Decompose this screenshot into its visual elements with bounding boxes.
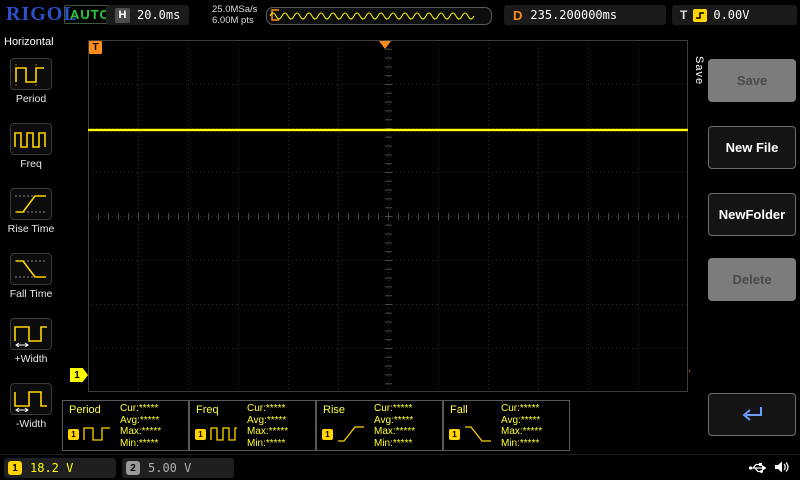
channel2-badge: 2 [126, 461, 140, 475]
channel2-status: 2 5.00 V [122, 458, 234, 478]
stat-title: Fall [450, 404, 468, 416]
channel1-badge: 1 [68, 429, 79, 440]
stat-title: Freq [196, 404, 219, 416]
channel1-badge: 1 [195, 429, 206, 440]
trigger-level-value: 0.00V [713, 8, 749, 22]
freq-icon [10, 123, 52, 155]
stat-title: Period [69, 404, 101, 416]
measure-stat-freq: Freq 1 Cur:***** Avg:***** Max:***** Min… [189, 400, 316, 451]
t-label: T [680, 8, 687, 22]
stat-values: Cur:***** Avg:***** Max:***** Min:***** [501, 403, 542, 449]
measure-item-label: -Width [16, 418, 46, 430]
measure-item-plus-width[interactable]: +Width [0, 318, 62, 380]
save-button-label: Save [737, 73, 767, 88]
new-file-button[interactable]: New File [708, 126, 796, 169]
period-icon [10, 58, 52, 90]
left-menu-title: Horizontal [4, 36, 54, 48]
channel1-badge: 1 [322, 429, 333, 440]
rise-wave-icon [336, 424, 366, 444]
oscilloscope-screen: RIGOL AUTO H 20.0ms 25.0MSa/s 6.00M pts … [0, 0, 800, 480]
trigger-readout: T 0.00V [672, 5, 797, 25]
channel2-scale: 5.00 V [148, 461, 191, 475]
stat-values: Cur:***** Avg:***** Max:***** Min:***** [374, 403, 415, 449]
acquisition-readout: 25.0MSa/s 6.00M pts [212, 4, 257, 26]
back-button[interactable] [708, 393, 796, 436]
period-wave-icon [82, 424, 112, 444]
new-file-button-label: New File [726, 140, 779, 155]
menu-tab-save: Save [693, 56, 705, 85]
trigger-corner-marker: T [89, 41, 102, 54]
sample-rate: 25.0MSa/s [212, 4, 257, 15]
delay-readout: D 235.200000ms [504, 5, 666, 25]
channel1-badge: 1 [449, 429, 460, 440]
stat-source-icon: 1 [322, 424, 366, 444]
measure-item-label: Period [16, 93, 46, 105]
graticule [88, 40, 688, 392]
top-status-bar: RIGOL AUTO H 20.0ms 25.0MSa/s 6.00M pts … [0, 0, 800, 30]
bottom-status-bar: 1 18.2 V 2 5.00 V [0, 454, 800, 480]
delete-button[interactable]: Delete [708, 258, 796, 301]
waveform-memory-preview [266, 7, 492, 25]
memory-depth: 6.00M pts [212, 15, 257, 26]
measure-item-rise-time[interactable]: Rise Time [0, 188, 62, 250]
return-arrow-icon [738, 403, 766, 426]
preview-wave-icon [267, 8, 489, 22]
stat-values: Cur:***** Avg:***** Max:***** Min:***** [120, 403, 161, 449]
new-folder-button-label: NewFolder [719, 207, 785, 222]
usb-icon [748, 461, 768, 479]
d-label: D [513, 8, 522, 23]
freq-wave-icon [209, 424, 239, 444]
new-folder-button[interactable]: NewFolder [708, 193, 796, 236]
measure-item-period[interactable]: Period [0, 58, 62, 120]
stat-values: Cur:***** Avg:***** Max:***** Min:***** [247, 403, 288, 449]
measure-item-label: Fall Time [10, 288, 53, 300]
speaker-icon [774, 460, 790, 479]
measure-item-label: Rise Time [8, 223, 55, 235]
stat-title: Rise [323, 404, 345, 416]
measure-item-fall-time[interactable]: Fall Time [0, 253, 62, 315]
fall-wave-icon [463, 424, 493, 444]
trigger-edge-icon [693, 9, 707, 22]
stat-source-icon: 1 [195, 424, 239, 444]
measure-item-minus-width[interactable]: -Width [0, 383, 62, 445]
waveform-display [88, 40, 688, 392]
channel1-scale: 18.2 V [30, 461, 73, 475]
h-label: H [115, 8, 130, 23]
measure-stat-period: Period 1 Cur:***** Avg:***** Max:***** M… [62, 400, 189, 451]
fall-time-icon [10, 253, 52, 285]
measure-stat-rise: Rise 1 Cur:***** Avg:***** Max:***** Min… [316, 400, 443, 451]
left-measure-menu: Horizontal Period Freq Rise Time Fall Ti… [0, 30, 62, 454]
horizontal-timebase-readout: H 20.0ms [106, 5, 189, 25]
channel1-status: 1 18.2 V [4, 458, 116, 478]
stat-source-icon: 1 [68, 424, 112, 444]
timebase-value: 20.0ms [137, 8, 180, 22]
measure-item-label: Freq [20, 158, 42, 170]
save-button[interactable]: Save [708, 59, 796, 102]
channel1-ground-marker: 1 [70, 368, 88, 382]
delay-value: 235.200000ms [530, 8, 617, 22]
plus-width-icon [10, 318, 52, 350]
measure-stat-fall: Fall 1 Cur:***** Avg:***** Max:***** Min… [443, 400, 570, 451]
delete-button-label: Delete [732, 272, 771, 287]
channel1-badge: 1 [8, 461, 22, 475]
measure-item-label: +Width [15, 353, 48, 365]
rise-time-icon [10, 188, 52, 220]
minus-width-icon [10, 383, 52, 415]
stat-source-icon: 1 [449, 424, 493, 444]
measure-item-freq[interactable]: Freq [0, 123, 62, 185]
